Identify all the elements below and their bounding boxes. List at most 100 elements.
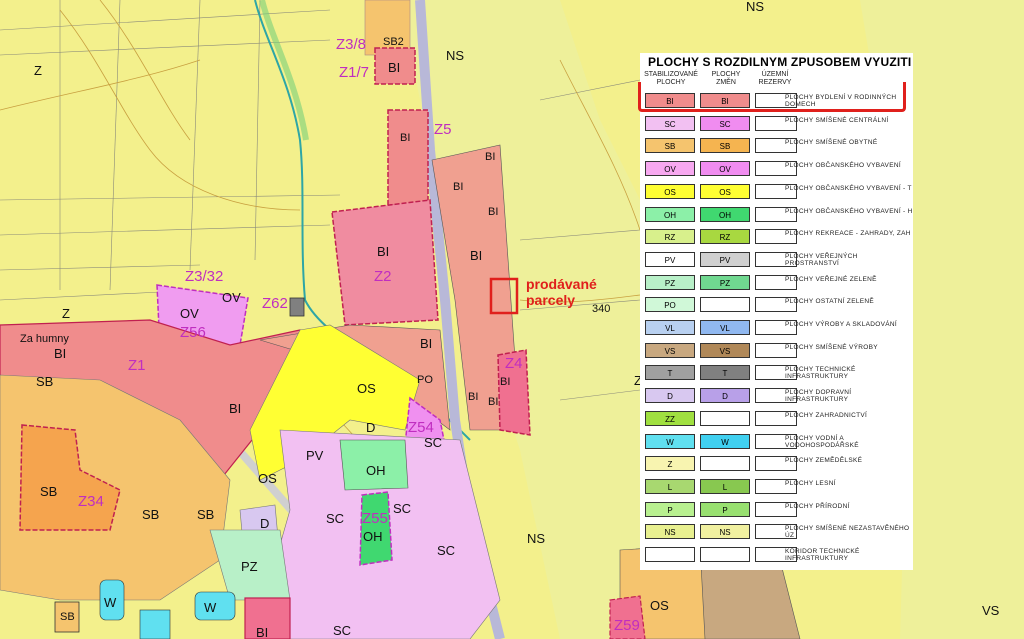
legend-swatch-change: RZ	[700, 229, 750, 245]
label-w-1: W	[104, 595, 117, 610]
z2-area	[331, 199, 439, 326]
zone-z3-32: Z3/32	[185, 268, 223, 285]
legend-swatch-change: OV	[700, 161, 750, 177]
legend-swatch-change: P	[700, 501, 750, 517]
label-ns-b: NS	[746, 0, 764, 14]
legend-swatch-stabilized: OS	[645, 183, 695, 199]
legend-row: ZZ PLOCHY ZAHRADNICTVÍ	[640, 408, 913, 431]
label-ov-1: OV	[222, 290, 241, 305]
legend-swatch-change: VS	[700, 342, 750, 358]
label-sb-5: SB	[60, 611, 75, 623]
legend-row-label: KORIDOR TECHNICKÉ INFRASTRUKTURY	[785, 548, 860, 562]
legend-swatch-stabilized: SC	[645, 115, 695, 131]
technical-infrastructure	[289, 297, 305, 317]
label-oh-z55: OH	[363, 529, 383, 544]
legend-row: SC SC PLOCHY SMÍŠENÉ CENTRÁLNÍ	[640, 113, 913, 136]
legend-row-label: PLOCHY SMÍŠENÉ VÝROBY	[785, 343, 878, 351]
legend-row-label: PLOCHY OBČANSKÉHO VYBAVENÍ - H	[785, 207, 913, 215]
legend-swatch-stabilized: NS	[645, 524, 695, 540]
zone-z62: Z62	[262, 295, 288, 312]
legend-row: RZ RZ PLOCHY REKREACE - ZAHRADY, ZAH	[640, 226, 913, 249]
zone-z1-7: Z1/7	[339, 64, 369, 81]
label-ov-2: OV	[180, 306, 199, 321]
legend-row: P P PLOCHY PŘÍRODNÍ	[640, 499, 913, 522]
label-sc-3: SC	[393, 501, 411, 516]
legend-swatch-stabilized	[645, 547, 695, 562]
legend-row-label: PLOCHY TECHNICKÉ INFRASTRUKTURY	[785, 366, 856, 381]
label-bi-10: BI	[229, 401, 241, 416]
legend-swatch-change: D	[700, 388, 750, 404]
legend-swatch-stabilized: OV	[645, 161, 695, 177]
z5-area	[387, 109, 429, 206]
label-bi-9: BI	[420, 336, 432, 351]
label-po: PO	[417, 374, 433, 386]
legend-swatch-change	[700, 410, 750, 426]
label-bi-5: BI	[488, 206, 498, 218]
label-pv: PV	[306, 448, 324, 463]
legend-swatch-stabilized: VL	[645, 320, 695, 335]
label-os-1: OS	[357, 381, 376, 396]
legend-row: PV PV PLOCHY VEŘEJNÝCH PROSTRANSTVÍ	[640, 249, 913, 272]
label-sb-1: SB	[36, 374, 53, 389]
zone-z34: Z34	[78, 493, 104, 510]
zone-z2: Z2	[374, 268, 392, 285]
legend-swatch-change: VL	[700, 320, 750, 335]
legend-swatch-change: OH	[700, 206, 750, 222]
legend-swatch-stabilized: OH	[645, 206, 695, 222]
legend-swatch-change: W	[700, 433, 750, 449]
label-bi-2: BI	[400, 132, 410, 144]
zone-z59: Z59	[614, 617, 640, 634]
legend-swatch-stabilized: ZZ	[645, 410, 695, 426]
legend-row-label: PLOCHY REKREACE - ZAHRADY, ZAH	[785, 230, 911, 238]
legend-swatch-change: NS	[700, 524, 750, 540]
label-os-2: OS	[258, 471, 277, 486]
label-sc-5: SC	[333, 623, 351, 638]
zone-z4: Z4	[505, 355, 523, 372]
legend-row: OV OV PLOCHY OBČANSKÉHO VYBAVENÍ	[640, 158, 913, 181]
legend-swatch-stabilized: SB	[645, 138, 695, 154]
legend-row: OH OH PLOCHY OBČANSKÉHO VYBAVENÍ - H	[640, 204, 913, 227]
legend-row: D D PLOCHY DOPRAVNÍ INFRASTRUKTURY	[640, 385, 913, 408]
zone-z1: Z1	[128, 357, 146, 374]
legend-swatch-change: PV	[700, 251, 750, 267]
legend-row-label: PLOCHY OSTATNÍ ZELENĚ	[785, 298, 875, 306]
legend-row: Z PLOCHY ZEMĚDĚLSKÉ	[640, 453, 913, 476]
legend-panel: PLOCHY S ROZDILNYM ZPUSOBEM VYUZITI STAB…	[640, 53, 913, 570]
label-sc-2: SC	[326, 511, 344, 526]
legend-row-label: PLOCHY VÝROBY A SKLADOVÁNÍ	[785, 321, 897, 328]
legend-row: KORIDOR TECHNICKÉ INFRASTRUKTURY	[640, 544, 913, 567]
label-bi-14: BI	[256, 625, 268, 639]
legend-swatch-stabilized: T	[645, 365, 695, 381]
label-bi-1: BI	[388, 60, 400, 75]
legend-swatch-change: OS	[700, 183, 750, 199]
legend-row-label: PLOCHY OBČANSKÉHO VYBAVENÍ	[785, 162, 901, 170]
label-d-1: D	[366, 420, 375, 435]
legend-swatch-stabilized: RZ	[645, 229, 695, 245]
legend-row: W W PLOCHY VODNÍ A VODOHOSPODÁŘSKÉ	[640, 431, 913, 454]
legend-row-label: PLOCHY ZAHRADNICTVÍ	[785, 411, 868, 419]
legend-swatch-stabilized: Z	[645, 456, 695, 472]
legend-row-label: PLOCHY SMÍŠENÉ NEZASTAVĚNÉHO ÚZ	[785, 525, 910, 540]
annotation-sold-line1: prodávané	[526, 276, 597, 292]
legend-row: NS NS PLOCHY SMÍŠENÉ NEZASTAVĚNÉHO ÚZ	[640, 521, 913, 544]
legend-row-label: PLOCHY VEŘEJNÝCH PROSTRANSTVÍ	[785, 252, 858, 267]
legend-swatch-stabilized: L	[645, 478, 695, 494]
label-vs: VS	[982, 603, 1000, 618]
legend-row-label: PLOCHY PŘÍRODNÍ	[785, 502, 850, 510]
label-sb-2: SB	[40, 484, 57, 499]
legend-title: PLOCHY S ROZDILNYM ZPUSOBEM VYUZITI	[648, 55, 912, 69]
legend-row-label: PLOCHY OBČANSKÉHO VYBAVENÍ - T	[785, 184, 912, 192]
map-viewer[interactable]: Z Z NS NS NS VS SB2 BI BI BI BI BI BI BI…	[0, 0, 1024, 639]
legend-swatch-stabilized: PZ	[645, 274, 695, 290]
label-za-humny: Za humny	[20, 333, 69, 345]
legend-swatch-change: L	[700, 478, 750, 494]
legend-swatch-stabilized: VS	[645, 342, 695, 358]
label-bi-12: BI	[468, 391, 478, 403]
label-w-2: W	[204, 600, 217, 615]
legend-row-label: PLOCHY SMÍŠENÉ OBYTNÉ	[785, 139, 878, 147]
label-sc-4: SC	[437, 543, 455, 558]
label-contour-340: 340	[592, 303, 610, 315]
label-sc-1: SC	[424, 435, 442, 450]
legend-row: PZ PZ PLOCHY VEŘEJNÉ ZELENĚ	[640, 272, 913, 295]
label-z-a: Z	[34, 63, 42, 78]
